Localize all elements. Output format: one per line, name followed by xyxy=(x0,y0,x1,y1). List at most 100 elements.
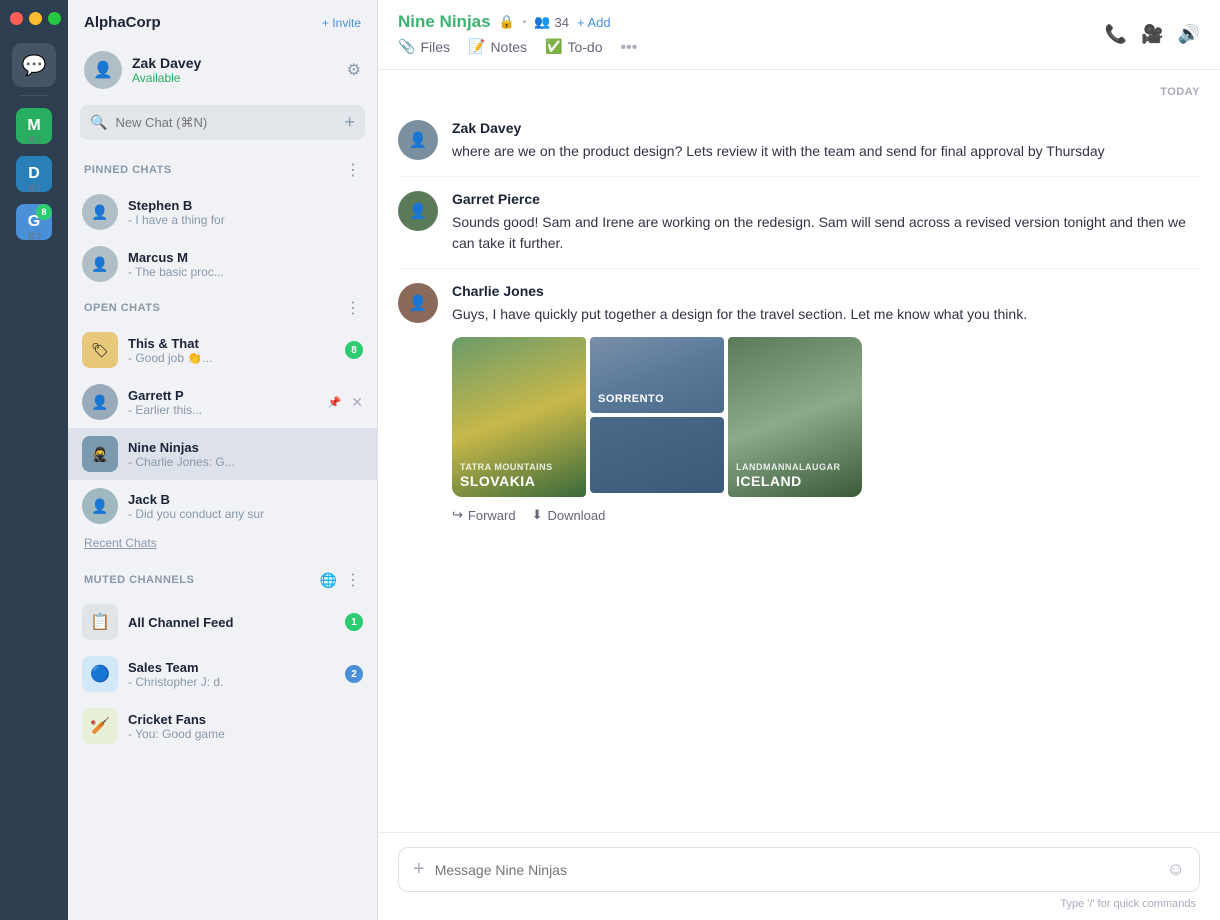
chat-info: Jack B - Did you conduct any sur xyxy=(128,492,363,521)
invite-button[interactable]: + Invite xyxy=(322,16,361,30)
open-chat-garrett[interactable]: 👤 Garrett P - Earlier this... 📌 ✕ xyxy=(68,376,377,428)
message-content: Charlie Jones Guys, I have quickly put t… xyxy=(452,283,1200,523)
icon-bar-divider xyxy=(19,95,49,96)
maximize-window-btn[interactable] xyxy=(48,12,61,25)
chat-title-row: Nine Ninjas 🔒 • 👥 34 + Add xyxy=(398,12,637,32)
avatar: 👤 xyxy=(82,246,118,282)
channel-sales-team[interactable]: 🔵 Sales Team - Christopher J: d. 2 xyxy=(68,648,377,700)
pinned-chat-stephen[interactable]: 👤 Stephen B - I have a thing for xyxy=(68,186,377,238)
pin-icon: 📌 xyxy=(328,396,342,409)
image-label-iceland: LANDMANNALAUGAR ICELAND xyxy=(736,462,841,489)
avatar: 🏷 xyxy=(82,332,118,368)
avatar: 👤 xyxy=(84,51,122,89)
chat-info: Garrett P - Earlier this... xyxy=(128,388,318,417)
forward-button[interactable]: ↪ Forward xyxy=(452,507,516,523)
minimize-window-btn[interactable] xyxy=(29,12,42,25)
close-chat-icon[interactable]: ✕ xyxy=(351,394,363,411)
org-name: AlphaCorp xyxy=(84,14,161,31)
channel-info: All Channel Feed xyxy=(128,615,335,630)
pinned-chat-marcus[interactable]: 👤 Marcus M - The basic proc... xyxy=(68,238,377,290)
open-chat-jack[interactable]: 👤 Jack B - Did you conduct any sur xyxy=(68,480,377,532)
messages-area[interactable]: TODAY 👤 Zak Davey where are we on the pr… xyxy=(378,70,1220,832)
audio-button[interactable]: 🔊 xyxy=(1178,24,1200,45)
channel-all-feed[interactable]: 📋 All Channel Feed 1 xyxy=(68,596,377,648)
channel-info: Cricket Fans - You: Good game xyxy=(128,712,363,741)
add-members-button[interactable]: + Add xyxy=(577,15,611,30)
shortcut-label-3: ⌘3 xyxy=(27,231,41,242)
todo-icon: ✅ xyxy=(545,38,562,55)
quick-commands-hint: Type '/' for quick commands xyxy=(398,892,1200,912)
collage-col-right: LANDMANNALAUGAR ICELAND xyxy=(728,337,862,497)
chat-name: Jack B xyxy=(128,492,363,507)
channel-avatar: 🔵 xyxy=(82,656,118,692)
message-content: Zak Davey where are we on the product de… xyxy=(452,120,1200,162)
chat-title: Nine Ninjas xyxy=(398,12,491,32)
settings-icon[interactable]: ⚙ xyxy=(347,60,361,80)
sender-name: Garret Pierce xyxy=(452,191,1200,207)
message-text: Guys, I have quickly put together a desi… xyxy=(452,304,1200,325)
more-tabs-icon[interactable]: ••• xyxy=(620,39,637,57)
channel-info: Sales Team - Christopher J: d. xyxy=(128,660,335,689)
sender-name: Charlie Jones xyxy=(452,283,1200,299)
forward-icon: ↪ xyxy=(452,507,463,523)
chat-header-left: Nine Ninjas 🔒 • 👥 34 + Add 📎 Files 📝 Not… xyxy=(398,12,637,57)
input-area: + ☺ Type '/' for quick commands xyxy=(378,832,1220,920)
open-chats-more-icon[interactable]: ⋮ xyxy=(345,298,361,318)
lock-icon: 🔒 xyxy=(499,14,515,30)
tab-notes[interactable]: 📝 Notes xyxy=(468,38,527,57)
image-label-sorrento: SORRENTO xyxy=(598,393,664,405)
chat-info: Marcus M - The basic proc... xyxy=(128,250,363,279)
message-input[interactable] xyxy=(435,862,1157,878)
avatar: 👤 xyxy=(82,194,118,230)
sidebar-item-g1[interactable]: G 8 ⌘3 xyxy=(12,200,56,244)
channel-name: All Channel Feed xyxy=(128,615,335,630)
open-chat-this-that[interactable]: 🏷 This & That - Good job 👏... 8 xyxy=(68,324,377,376)
chat-name: Stephen B xyxy=(128,198,363,213)
people-icon: 👥 xyxy=(534,14,550,30)
shortcut-label-1: ⌘1 xyxy=(27,135,41,146)
tab-todo[interactable]: ✅ To-do xyxy=(545,38,602,57)
sidebar-item-d1[interactable]: D ⌘2 xyxy=(12,152,56,196)
chat-tabs: 📎 Files 📝 Notes ✅ To-do ••• xyxy=(398,38,637,57)
attach-button[interactable]: + xyxy=(413,858,425,881)
image-iceland: LANDMANNALAUGAR ICELAND xyxy=(728,337,862,497)
sender-name: Zak Davey xyxy=(452,120,1200,136)
tab-files[interactable]: 📎 Files xyxy=(398,38,450,57)
pinned-chats-label: PINNED CHATS xyxy=(84,164,172,176)
download-button[interactable]: ⬇ Download xyxy=(532,507,606,523)
channel-avatar: 🏏 xyxy=(82,708,118,744)
search-input[interactable] xyxy=(115,115,336,130)
user-row: 👤 Zak Davey Available ⚙ xyxy=(68,45,377,101)
recent-chats-link[interactable]: Recent Chats xyxy=(68,532,377,560)
message-actions: ↪ Forward ⬇ Download xyxy=(452,507,1200,523)
video-call-button[interactable]: 🎥 xyxy=(1141,24,1163,45)
globe-icon[interactable]: 🌐 xyxy=(320,572,337,589)
sidebar-item-chat[interactable]: 💬 xyxy=(12,43,56,87)
open-chat-nine-ninjas[interactable]: 🥷 Nine Ninjas - Charlie Jones: G... xyxy=(68,428,377,480)
shortcut-label-2: ⌘2 xyxy=(27,183,41,194)
search-bar: 🔍 + xyxy=(80,105,365,140)
message-group: 👤 Charlie Jones Guys, I have quickly put… xyxy=(398,269,1200,537)
emoji-button[interactable]: ☺ xyxy=(1167,859,1185,880)
avatar: 👤 xyxy=(398,191,438,231)
sidebar-item-m1[interactable]: M ⌘1 xyxy=(12,104,56,148)
muted-channels-label: MUTED CHANNELS xyxy=(84,574,194,586)
muted-channels-more-icon[interactable]: ⋮ xyxy=(345,570,361,590)
new-chat-plus-icon[interactable]: + xyxy=(344,112,355,133)
channel-cricket-fans[interactable]: 🏏 Cricket Fans - You: Good game xyxy=(68,700,377,752)
image-slovakia: TATRA MOUNTAINS SLOVAKIA xyxy=(452,337,586,497)
icon-bar: 💬 M ⌘1 D ⌘2 G 8 ⌘3 xyxy=(0,0,68,920)
date-divider: TODAY xyxy=(398,70,1200,106)
close-window-btn[interactable] xyxy=(10,12,23,25)
chat-preview: - Did you conduct any sur xyxy=(128,507,363,521)
chat-header-actions: 📞 🎥 🔊 xyxy=(1105,24,1200,45)
collage-col-mid: SORRENTO xyxy=(590,337,724,497)
pinned-chats-more-icon[interactable]: ⋮ xyxy=(345,160,361,180)
chat-name: This & That xyxy=(128,336,335,351)
user-info: Zak Davey Available xyxy=(132,55,337,85)
open-chats-label: OPEN CHATS xyxy=(84,302,160,314)
voice-call-button[interactable]: 📞 xyxy=(1105,24,1127,45)
search-icon: 🔍 xyxy=(90,114,107,131)
message-group: 👤 Zak Davey where are we on the product … xyxy=(398,106,1200,177)
image-label-slovakia: TATRA MOUNTAINS SLOVAKIA xyxy=(460,462,553,489)
